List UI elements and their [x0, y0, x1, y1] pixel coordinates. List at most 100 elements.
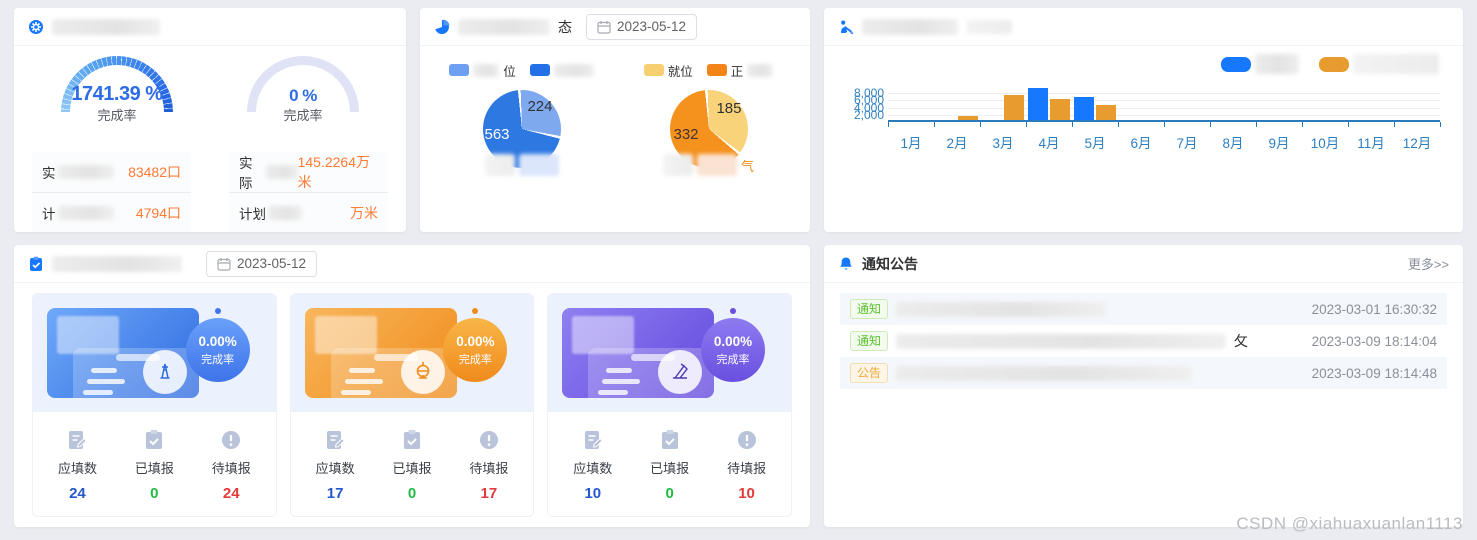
badge-rate: 0.00%: [456, 333, 495, 349]
table-row: 计划 万米: [229, 192, 388, 232]
pie-footnote: [437, 154, 607, 176]
x-tick-label: 5月: [1084, 136, 1106, 151]
x-tick-label: 1月: [900, 136, 922, 151]
panel-fill-title-redacted: [52, 255, 182, 272]
panel-status-title-suffix: 态: [558, 18, 572, 35]
pies-row: 位 563 224 就位 正 332 185 气: [420, 60, 810, 176]
completion-table-count: 实 83482口 计 4794口: [32, 152, 191, 232]
legend-swatch: [529, 64, 550, 76]
completion-badge: 0.00% 完成率: [443, 318, 508, 382]
panel-completion: 1741.39 % 完成率 0 % 完成率 实 83482口 计 4794口 实…: [14, 8, 406, 232]
panel-status-header: 态 2023-05-12: [420, 8, 810, 46]
panel-notice: 通知公告 更多>> 通知 2023-03-01 16:30:32 通知 攵 202…: [824, 245, 1463, 527]
panel-notice-title: 通知公告: [862, 255, 918, 272]
fill-card-purple[interactable]: 0.00% 完成率 应填数 10 已填报 0 待填报 10: [547, 293, 793, 517]
row-label: 计划: [239, 203, 302, 223]
bar-legend: [1221, 54, 1439, 74]
derrick-illustration: [47, 308, 199, 398]
worker-icon: [841, 20, 854, 34]
pie-group-orange: 就位 正 332 185 气: [624, 60, 794, 176]
exclamation-circle-icon: [735, 428, 759, 452]
notice-title-redacted: [896, 301, 1107, 317]
panel-status: 态 2023-05-12 位 563 224 就位 正 332 185 气: [420, 8, 810, 232]
stat-value: 0: [150, 485, 159, 502]
doc-edit-icon: [581, 428, 605, 452]
y-tick-label: 2,000: [853, 107, 884, 122]
stat-value: 24: [222, 485, 240, 502]
panel-notice-header: 通知公告 更多>>: [824, 245, 1463, 283]
completion-gauge-count: 1741.39 % 完成率: [37, 56, 197, 123]
legend-item-orange: [1319, 54, 1439, 74]
more-link[interactable]: 更多>>: [1408, 254, 1449, 273]
notice-row[interactable]: 公告 2023-03-09 18:14:48: [840, 357, 1447, 389]
notice-time: 2023-03-01 16:30:32: [1311, 301, 1437, 317]
clipboard-check-icon: [30, 256, 42, 271]
stat-required: 应填数 17: [297, 428, 374, 502]
stat-filled: 已填报 0: [631, 428, 708, 502]
pie-value-big: 332: [673, 126, 699, 143]
stat-label: 应填数: [57, 461, 97, 476]
table-row: 实际 145.2264万米: [229, 152, 388, 192]
x-axis-labels: 1月 2月 3月 4月 5月 6月 7月 8月 9月 10月 11月 12月: [888, 94, 1440, 152]
badge-rate: 0.00%: [198, 333, 237, 349]
doc-edit-icon: [65, 428, 89, 452]
notice-row[interactable]: 通知 2023-03-01 16:30:32: [840, 293, 1447, 325]
gauge-label: 完成率: [283, 108, 323, 123]
status-date-value: 2023-05-12: [617, 19, 687, 34]
gauge-label: 完成率: [97, 108, 137, 123]
stat-label: 已填报: [134, 461, 174, 476]
completion-badge: 0.00% 完成率: [185, 318, 250, 382]
card-stats: 应填数 24 已填报 0 待填报 24: [33, 412, 276, 516]
card-stats: 应填数 17 已填报 0 待填报 17: [291, 412, 534, 516]
gauge-value: 1741.39 %: [71, 83, 163, 105]
pie-value-small: 185: [716, 100, 742, 117]
card-stats: 应填数 10 已填报 0 待填报 10: [548, 412, 791, 516]
stat-label: 应填数: [315, 461, 355, 476]
completion-badge: 0.00% 完成率: [701, 318, 766, 382]
legend-swatch: [449, 64, 470, 76]
pumpjack-illustration: [562, 308, 715, 398]
notice-title-redacted: [896, 333, 1227, 349]
x-tick-label: 8月: [1222, 136, 1244, 151]
stat-filled: 已填报 0: [116, 428, 193, 502]
stat-pending: 待填报 10: [708, 428, 785, 502]
stat-label: 待填报: [211, 461, 251, 476]
clipboard-check-icon: [142, 428, 166, 452]
pie-footnote: 气: [624, 154, 794, 176]
panel-monthly: 8,000 6,000 4,000 2,000 1月 2月 3月 4月 5月 6月 7月 8月 9月 1…: [824, 8, 1463, 232]
stat-value: 10: [584, 485, 602, 502]
fill-date-picker[interactable]: 2023-05-12: [206, 250, 318, 277]
notice-title-suffix: 攵: [1234, 333, 1249, 349]
fill-card-orange[interactable]: 0.00% 完成率 应填数 17 已填报 0 待填报 17: [289, 293, 535, 517]
panel-monthly-title-redacted: [862, 18, 958, 35]
legend-swatch: [706, 64, 727, 76]
stat-pending: 待填报 17: [450, 428, 527, 502]
exclamation-circle-icon: [219, 428, 243, 452]
panel-monthly-title-redacted2: [966, 19, 1012, 34]
pie-legend: 就位 正: [624, 60, 794, 80]
notice-tag: 通知: [850, 331, 889, 351]
badge-rate-label: 完成率: [201, 353, 235, 366]
legend-swatch: [643, 64, 664, 76]
completion-table-length: 实际 145.2264万米 计划 万米: [229, 152, 388, 232]
notice-tag: 公告: [850, 363, 889, 383]
fill-card-blue[interactable]: 0.00% 完成率 应填数 24 已填报 0 待填报 24: [32, 293, 277, 517]
table-row: 计 4794口: [32, 192, 191, 232]
calendar-icon: [217, 257, 231, 271]
x-tick-label: 3月: [992, 136, 1014, 151]
status-date-picker[interactable]: 2023-05-12: [586, 13, 698, 40]
x-tick-label: 4月: [1038, 136, 1060, 151]
gauge-row: 1741.39 % 完成率 0 % 完成率: [14, 56, 406, 123]
notice-row[interactable]: 通知 攵 2023-03-09 18:14:04: [840, 325, 1447, 357]
stat-value: 17: [326, 485, 344, 502]
row-label: 实: [42, 162, 114, 182]
completion-gauge-length: 0 % 完成率: [223, 56, 383, 123]
panel-status-title-redacted: [458, 18, 550, 35]
clipboard-check-icon: [400, 428, 424, 452]
badge-rate-label: 完成率: [458, 353, 492, 366]
completion-tables: 实 83482口 计 4794口 实际 145.2264万米 计划 万米: [14, 152, 406, 232]
x-tick-label: 2月: [946, 136, 968, 151]
x-tick-label: 7月: [1176, 136, 1198, 151]
pie-chart-icon: [435, 19, 450, 34]
x-tick-label: 10月: [1310, 136, 1340, 151]
